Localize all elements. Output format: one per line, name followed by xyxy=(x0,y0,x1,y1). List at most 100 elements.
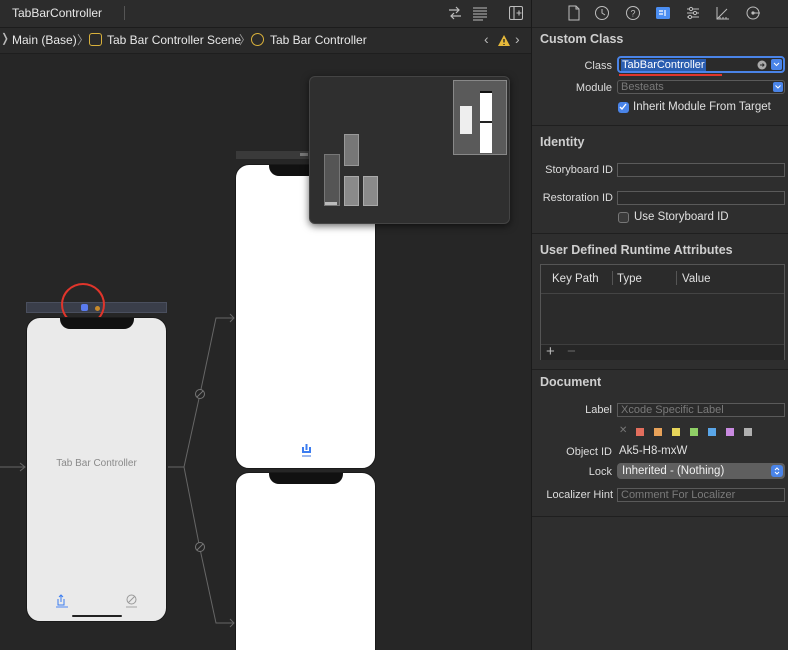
storyboard-id-field[interactable] xyxy=(617,163,785,177)
notch xyxy=(269,473,343,484)
tab-item-label xyxy=(126,606,137,608)
color-swatch-blue[interactable] xyxy=(708,428,716,436)
tab-bar-controller-scene[interactable]: Tab Bar Controller xyxy=(26,317,167,622)
breadcrumb-item-main[interactable]: Main (Base) xyxy=(12,33,77,47)
lock-label: Lock xyxy=(588,466,612,478)
minimap-scene xyxy=(344,134,359,166)
clear-color-icon[interactable]: ✕ xyxy=(619,425,627,436)
module-dropdown-icon[interactable] xyxy=(773,82,783,92)
color-swatch-yellow[interactable] xyxy=(672,428,680,436)
tab-item-icon xyxy=(126,594,137,605)
class-field[interactable]: TabBarController xyxy=(617,56,785,73)
chevron-right-icon[interactable]: › xyxy=(515,31,520,47)
divider xyxy=(124,6,125,20)
divider xyxy=(532,233,788,234)
editor-tab-bar: TabBarController xyxy=(0,0,531,28)
lock-dropdown-icon[interactable] xyxy=(771,465,783,477)
controller-icon xyxy=(251,33,264,46)
size-inspector-icon[interactable] xyxy=(715,5,731,21)
chevron-right-icon: 〉 xyxy=(239,33,252,47)
minimap-scene xyxy=(480,91,492,153)
svg-text:?: ? xyxy=(630,9,635,19)
color-swatch-green[interactable] xyxy=(690,428,698,436)
attributes-inspector-icon[interactable] xyxy=(685,5,701,21)
module-field[interactable]: Besteats xyxy=(617,80,785,94)
column-value[interactable]: Value xyxy=(682,273,711,285)
view-controller-scene-2[interactable] xyxy=(235,472,376,650)
connections-inspector-icon[interactable] xyxy=(745,5,761,21)
lock-popup[interactable]: Inherited - (Nothing) xyxy=(617,463,785,479)
swap-icon[interactable] xyxy=(447,5,463,21)
section-title-custom-class: Custom Class xyxy=(540,32,624,46)
object-id-value: Ak5-H8-mxW xyxy=(619,445,688,457)
column-key-path[interactable]: Key Path xyxy=(552,273,599,285)
minimap-viewport[interactable] xyxy=(453,80,507,155)
chevron-left-icon[interactable]: ‹ xyxy=(484,31,489,47)
label-label: Label xyxy=(585,404,612,416)
object-id-label: Object ID xyxy=(566,446,612,458)
add-editor-icon[interactable] xyxy=(508,5,524,21)
divider xyxy=(532,516,788,517)
minimap-scene xyxy=(460,106,472,134)
class-dropdown-icon[interactable] xyxy=(771,59,782,70)
remove-attribute-button[interactable]: − xyxy=(567,343,576,360)
section-title-runtime-attributes: User Defined Runtime Attributes xyxy=(540,243,733,257)
section-title-identity: Identity xyxy=(540,135,585,149)
lines-icon[interactable] xyxy=(472,5,488,21)
chevron-right-icon: 〉 xyxy=(77,33,90,47)
inspector-tabs: ? xyxy=(532,0,788,28)
scene-icon xyxy=(89,33,102,46)
color-swatch-orange[interactable] xyxy=(654,428,662,436)
storyboard-canvas[interactable]: Tab Bar Controller xyxy=(0,54,531,650)
help-icon[interactable]: ? xyxy=(625,5,641,21)
tab-item-label xyxy=(56,606,68,608)
add-attribute-button[interactable]: + xyxy=(546,343,555,360)
restoration-id-label: Restoration ID xyxy=(542,192,613,204)
file-icon[interactable] xyxy=(566,5,582,21)
divider xyxy=(532,125,788,126)
module-label: Module xyxy=(575,82,612,94)
history-icon[interactable] xyxy=(594,5,610,21)
scene-label: Tab Bar Controller xyxy=(56,458,137,469)
editor-tab-title[interactable]: TabBarController xyxy=(12,6,102,20)
breadcrumb-item-controller[interactable]: Tab Bar Controller xyxy=(270,33,367,47)
breadcrumb: ❭ Main (Base) 〉 Tab Bar Controller Scene… xyxy=(0,28,531,54)
notch xyxy=(60,318,134,329)
color-swatch-gray[interactable] xyxy=(744,428,752,436)
color-swatch-purple[interactable] xyxy=(726,428,734,436)
localizer-placeholder: Comment For Localizer xyxy=(621,489,736,501)
module-placeholder: Besteats xyxy=(621,81,664,93)
table-header: Key Path Type Value xyxy=(541,265,784,294)
chevron-right-icon: ❭ xyxy=(0,31,11,45)
inspector-panel: ? Custom Class Class TabBarController Mo… xyxy=(531,0,788,650)
divider xyxy=(532,369,788,370)
runtime-attributes-table[interactable]: Key Path Type Value + − xyxy=(540,264,785,360)
tab-item-label xyxy=(302,455,311,457)
dock-label xyxy=(300,153,308,156)
canvas-minimap[interactable] xyxy=(309,76,510,224)
minimap-scene xyxy=(344,176,359,206)
class-label: Class xyxy=(584,60,612,72)
label-field[interactable]: Xcode Specific Label xyxy=(617,403,785,417)
class-value: TabBarController xyxy=(621,59,706,71)
lock-value: Inherited - (Nothing) xyxy=(622,465,725,477)
storyboard-id-label: Storyboard ID xyxy=(545,164,613,176)
column-type[interactable]: Type xyxy=(617,273,642,285)
share-icon xyxy=(302,444,311,453)
color-swatch-red[interactable] xyxy=(636,428,644,436)
localizer-hint-field[interactable]: Comment For Localizer xyxy=(617,488,785,502)
localizer-hint-label: Localizer Hint xyxy=(546,489,613,501)
red-underline xyxy=(619,74,722,76)
minimap-scene xyxy=(324,154,340,206)
table-footer: + − xyxy=(541,343,784,360)
identity-inspector-icon[interactable] xyxy=(655,5,671,21)
share-icon xyxy=(57,594,65,606)
breadcrumb-item-scene[interactable]: Tab Bar Controller Scene xyxy=(107,33,241,47)
restoration-id-field[interactable] xyxy=(617,191,785,205)
warning-icon[interactable] xyxy=(497,34,511,47)
label-placeholder: Xcode Specific Label xyxy=(621,404,724,416)
use-storyboard-id-checkbox[interactable] xyxy=(618,212,629,223)
navigate-arrow-icon[interactable] xyxy=(757,60,767,70)
inherit-module-checkbox[interactable] xyxy=(618,102,629,113)
home-indicator xyxy=(72,615,122,617)
